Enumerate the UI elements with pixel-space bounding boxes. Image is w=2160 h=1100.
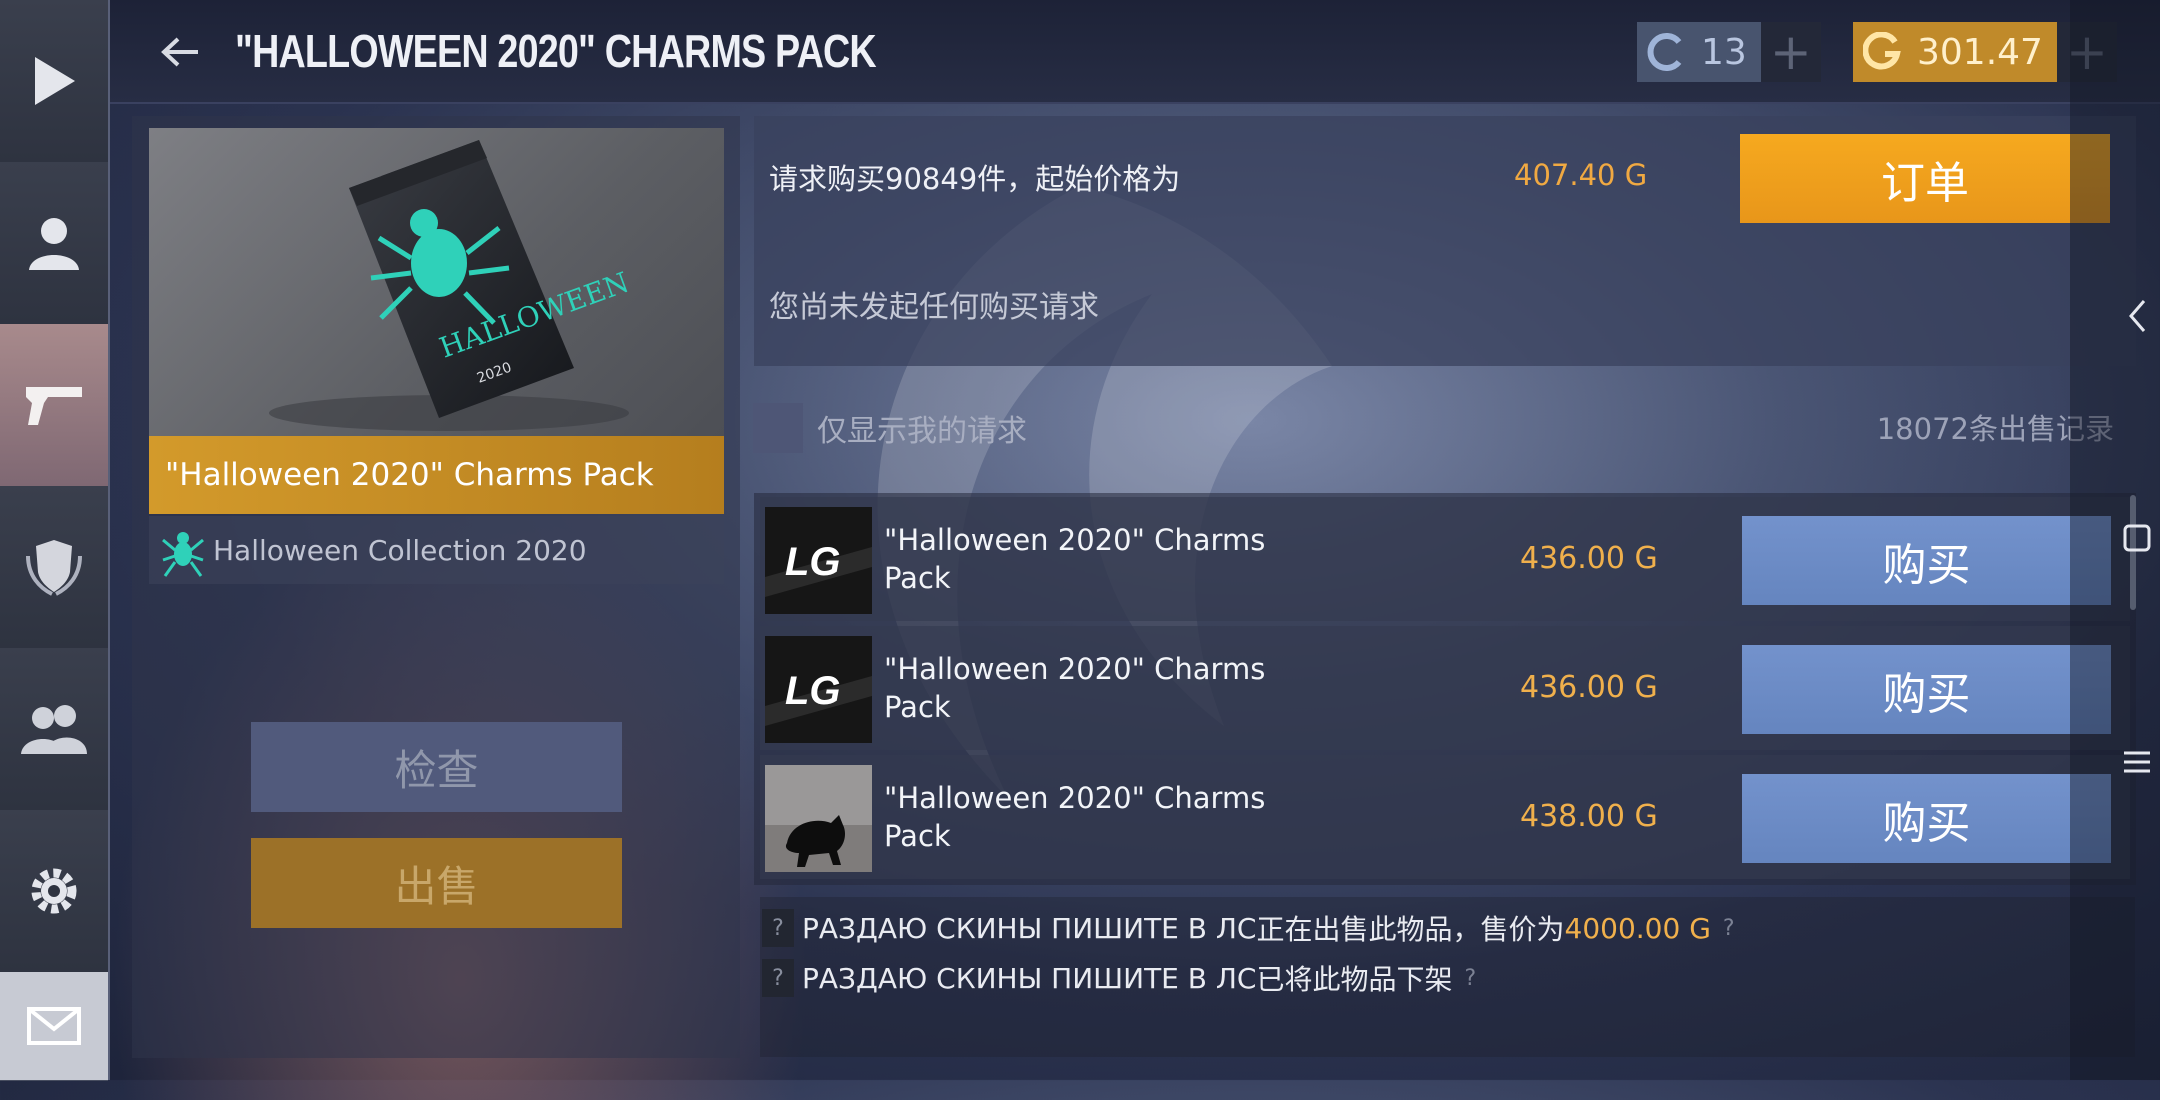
only-my-requests-label: 仅显示我的请求 <box>817 414 1027 449</box>
black-cat-thumbnail <box>765 765 872 872</box>
activity-text: 正在出售此物品，售价为 <box>1256 913 1565 946</box>
credits-icon <box>1637 22 1697 82</box>
play-icon <box>35 57 75 105</box>
add-credits-button[interactable]: + <box>1760 22 1821 82</box>
buy-request-text: 请求购买90849件，起始价格为 <box>769 162 1181 196</box>
listing-price: 436.00 G <box>1520 670 1658 705</box>
profile-icon <box>29 218 79 270</box>
gear-icon <box>31 868 77 914</box>
item-name-banner: "Halloween 2020" Charms Pack <box>149 436 724 514</box>
sell-button[interactable]: 出售 <box>251 838 622 928</box>
collection-name: Halloween Collection 2020 <box>213 533 587 567</box>
gold-value: 301.47 <box>1917 31 2043 73</box>
buy-button[interactable]: 购买 <box>1742 774 2111 863</box>
sidebar-item-play[interactable] <box>0 0 108 163</box>
sidebar-item-mail[interactable] <box>0 972 108 1081</box>
gold-icon <box>1853 22 1913 82</box>
listing-name: "Halloween 2020" Charms Pack <box>884 523 1266 595</box>
page-title: "HALLOWEEN 2020" CHARMS PACK <box>235 25 877 77</box>
inspect-button[interactable]: 检查 <box>251 722 622 812</box>
shield-icon <box>26 540 82 596</box>
activity-line: ? РАЗДАЮ СКИНЫ ПИШИТЕ В ЛС 已将此物品下架 ? <box>762 958 1476 998</box>
back-button[interactable] <box>150 22 210 82</box>
listing-price: 438.00 G <box>1520 799 1658 834</box>
listing-name: "Halloween 2020" Charms Pack <box>884 781 1266 853</box>
unknown-avatar-icon: ? <box>762 909 794 947</box>
item-image: HALLOWEEN 2020 <box>149 128 724 436</box>
collection-row[interactable]: Halloween Collection 2020 <box>149 516 724 584</box>
buy-request-price: 407.40 G <box>1514 158 1648 192</box>
sidebar-item-friends[interactable] <box>0 648 108 811</box>
listing-name: "Halloween 2020" Charms Pack <box>884 652 1266 724</box>
sidebar-item-weapons[interactable] <box>0 324 108 487</box>
header: "HALLOWEEN 2020" CHARMS PACK 13 + 301.47… <box>110 0 2160 104</box>
credits-balance: 13 + <box>1637 22 1821 82</box>
listing-thumbnail: LG <box>765 636 872 743</box>
lg-logo: LG <box>785 540 841 584</box>
listing-row: LG "Halloween 2020" Charms Pack 436.00 G… <box>760 626 2130 750</box>
buy-button[interactable]: 购买 <box>1742 516 2111 605</box>
listing-thumbnail: LG <box>765 507 872 614</box>
mail-icon <box>27 1007 81 1045</box>
listing-row: "Halloween 2020" Charms Pack 438.00 G 购买 <box>760 755 2130 879</box>
help-icon[interactable]: ? <box>1465 966 1477 991</box>
no-requests-text: 您尚未发起任何购买请求 <box>769 290 1099 325</box>
buy-button[interactable]: 购买 <box>1742 645 2111 734</box>
activity-user[interactable]: РАЗДАЮ СКИНЫ ПИШИТЕ В ЛС <box>802 912 1256 945</box>
only-my-requests-checkbox[interactable] <box>753 403 803 453</box>
listing-thumbnail <box>765 765 872 872</box>
square-icon[interactable] <box>2120 518 2154 558</box>
credits-value: 13 <box>1701 31 1747 73</box>
menu-icon[interactable] <box>2120 742 2154 782</box>
sidebar-item-profile[interactable] <box>0 162 108 325</box>
activity-price: 4000.00 G <box>1564 911 1711 945</box>
lg-logo: LG <box>785 669 841 713</box>
activity-line: ? РАЗДАЮ СКИНЫ ПИШИТЕ В ЛС 正在出售此物品，售价为 4… <box>762 908 1735 948</box>
sidebar-item-clan[interactable] <box>0 486 108 649</box>
spider-icon <box>162 532 204 577</box>
friends-icon <box>21 705 87 754</box>
activity-text: 已将此物品下架 <box>1256 963 1453 996</box>
activity-user[interactable]: РАЗДАЮ СКИНЫ ПИШИТЕ В ЛС <box>802 962 1256 995</box>
listing-price: 436.00 G <box>1520 541 1658 576</box>
sidebar-item-settings[interactable] <box>0 810 108 973</box>
order-button[interactable]: 订单 <box>1740 134 2110 223</box>
unknown-avatar-icon: ? <box>762 959 794 997</box>
help-icon[interactable]: ? <box>1723 916 1735 941</box>
arrow-left-icon <box>161 37 198 67</box>
listing-row: LG "Halloween 2020" Charms Pack 436.00 G… <box>760 497 2130 621</box>
chevron-left-icon[interactable] <box>2120 296 2154 336</box>
pistol-icon <box>26 387 82 425</box>
sidebar <box>0 0 110 1081</box>
